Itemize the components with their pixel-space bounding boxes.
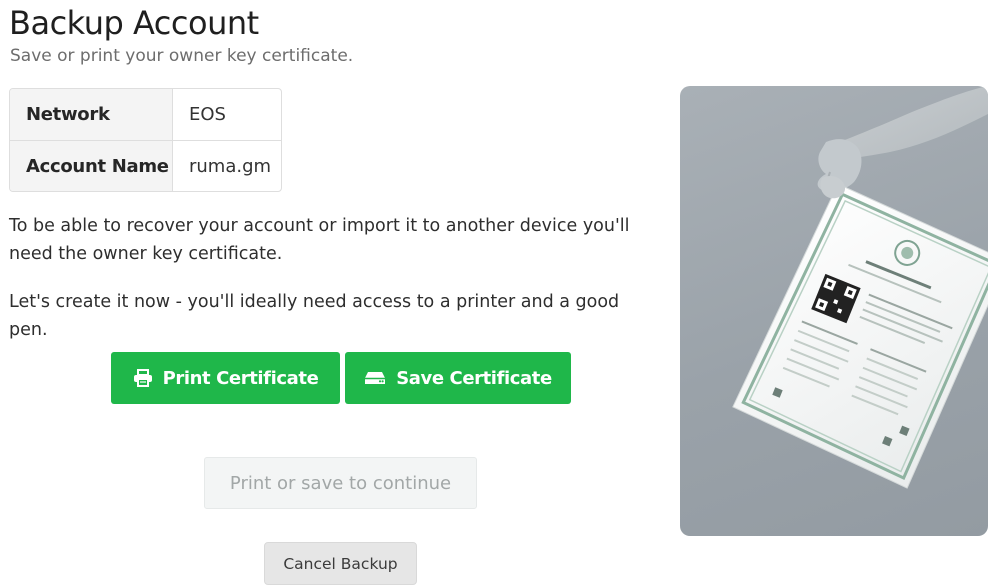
account-info-table: Network EOS Account Name ruma.gm <box>9 88 282 192</box>
printer-icon <box>133 369 153 387</box>
save-certificate-label: Save Certificate <box>396 367 552 389</box>
save-certificate-button[interactable]: Save Certificate <box>345 352 571 404</box>
network-value: EOS <box>189 104 226 125</box>
print-certificate-label: Print Certificate <box>162 367 319 389</box>
certificate-illustration <box>732 86 988 489</box>
account-name-value: ruma.gm <box>189 155 272 177</box>
page-title: Backup Account <box>9 4 259 42</box>
hard-drive-icon <box>364 371 386 385</box>
certificate-photo <box>680 86 988 536</box>
instruction-recover: To be able to recover your account or im… <box>9 216 630 264</box>
page-subtitle: Save or print your owner key certificate… <box>10 46 354 66</box>
network-label: Network <box>10 89 173 140</box>
table-row-account-name: Account Name ruma.gm <box>10 140 281 191</box>
account-name-label: Account Name <box>10 141 173 191</box>
continue-button[interactable]: Print or save to continue <box>204 457 477 509</box>
print-certificate-button[interactable]: Print Certificate <box>111 352 340 404</box>
instruction-create: Let's create it now - you'll ideally nee… <box>9 292 620 340</box>
table-row-network: Network EOS <box>10 89 281 140</box>
cancel-backup-button[interactable]: Cancel Backup <box>264 542 417 585</box>
